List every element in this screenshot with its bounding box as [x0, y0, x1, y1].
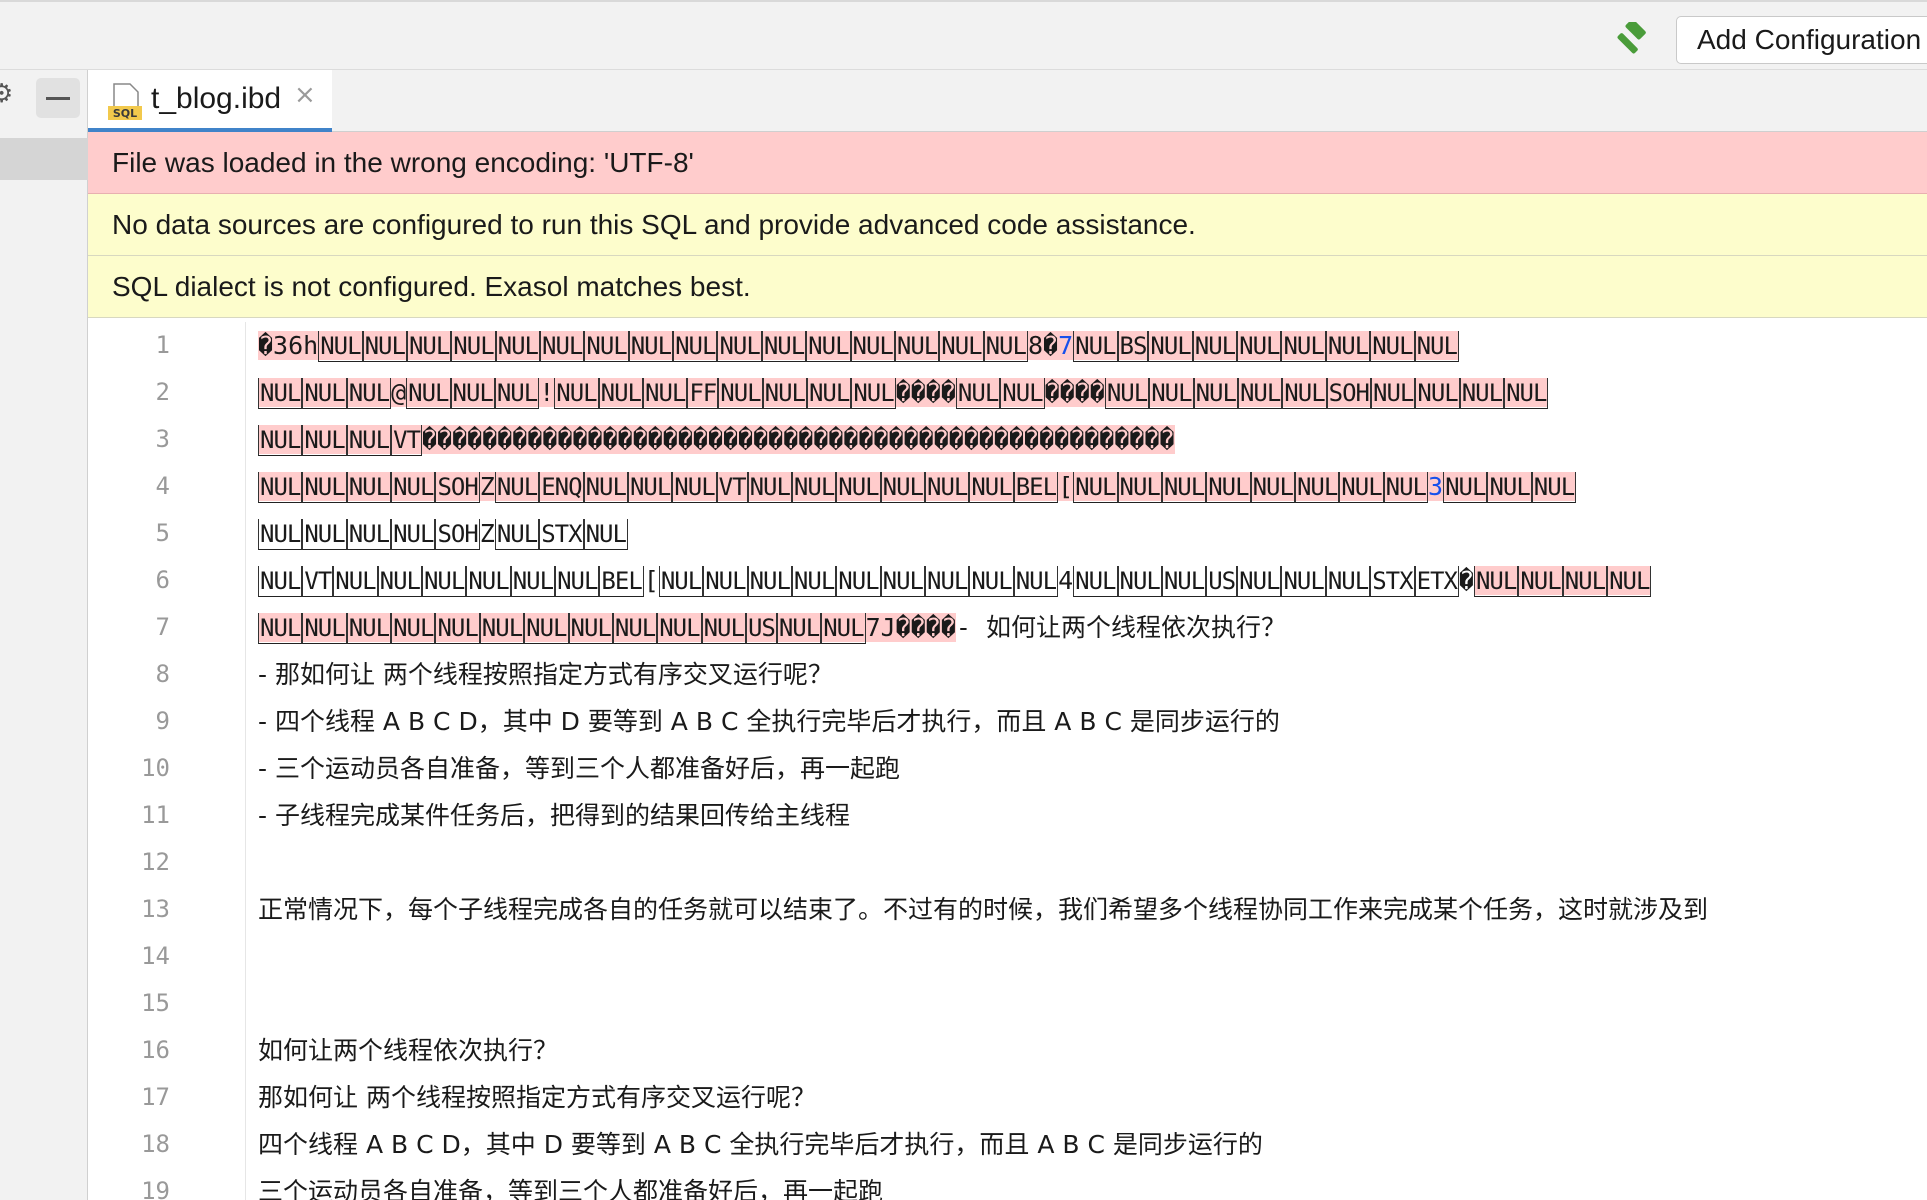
line-number: 17: [141, 1083, 170, 1111]
sql-icon-text: SQL: [113, 107, 137, 120]
line-number-gutter: 1 2 3 4 5 6 7 8 9 10 11 12 13 14 15 16 1…: [88, 322, 246, 1200]
side-selected-row[interactable]: [0, 138, 88, 180]
line-number: 11: [141, 801, 170, 829]
side-panel: ⚙: [0, 70, 88, 1200]
editor-tab-bar: SQL t_blog.ibd ×: [88, 70, 1927, 132]
line-number: 6: [155, 566, 170, 594]
code-line-17: 那如何让 两个线程按照指定方式有序交叉运行呢？: [258, 1083, 816, 1112]
datasource-warning-banner: No data sources are configured to run th…: [88, 194, 1927, 256]
code-line-9: - 四个线程 A B C D，其中 D 要等到 A B C 全执行完毕后才执行，…: [258, 707, 1280, 736]
line-number: 3: [155, 425, 170, 453]
code-line-16: 如何让两个线程依次执行？: [258, 1036, 559, 1065]
code-line-8: - 那如何让 两个线程按照指定方式有序交叉运行呢？: [258, 660, 833, 689]
code-editor[interactable]: 1 2 3 4 5 6 7 8 9 10 11 12 13 14 15 16 1…: [88, 322, 1927, 1200]
line7-text: 如何让两个线程依次执行？: [986, 613, 1287, 642]
line-number: 9: [155, 707, 170, 735]
hammer-icon[interactable]: [1612, 22, 1652, 58]
encoding-warning-banner: File was loaded in the wrong encoding: '…: [88, 132, 1927, 194]
code-line-13: 正常情况下，每个子线程完成各自的任务就可以结束了。不过有的时候，我们希望多个线程…: [258, 895, 1709, 924]
code-line-2: NUL NUL NUL@NUL NUL NUL!NUL NUL NUL FF NUL NUL NUL…: [258, 378, 1549, 409]
line-number: 2: [155, 378, 170, 406]
main-toolbar: Add Configuration: [0, 0, 1927, 70]
tab-t-blog-ibd[interactable]: SQL t_blog.ibd ×: [88, 70, 332, 132]
code-line-19: 三个运动员各自准备，等到三个人都准备好后，再一起跑: [258, 1177, 884, 1200]
line-number: 19: [141, 1177, 170, 1200]
line-number: 16: [141, 1036, 170, 1064]
line-number: 5: [155, 519, 170, 547]
line-number: 13: [141, 895, 170, 923]
line-number: 15: [141, 989, 170, 1017]
line-number: 4: [155, 472, 170, 500]
gear-icon[interactable]: ⚙: [0, 81, 14, 107]
line-number: 18: [141, 1130, 170, 1158]
line-number: 10: [141, 754, 170, 782]
line-number: 7: [155, 613, 170, 641]
close-icon[interactable]: ×: [294, 80, 316, 110]
code-line-4: NUL NUL NUL NUL SOHZNUL ENQ NUL NUL NUL VT NUL NUL N…: [258, 472, 1577, 503]
sql-file-icon: SQL: [108, 83, 142, 120]
code-line-7: NUL NUL NUL NUL NUL NUL NUL NUL NUL NUL NUL US NUL NU…: [258, 613, 1287, 644]
line-number: 12: [141, 848, 170, 876]
code-line-11: - 子线程完成某件任务后，把得到的结果回传给主线程: [258, 801, 850, 830]
code-line-6: NUL VT NUL NUL NUL NUL NUL NUL BEL[NUL NUL NUL NUL N…: [258, 566, 1652, 597]
dialect-warning-banner: SQL dialect is not configured. Exasol ma…: [88, 256, 1927, 318]
tab-label: t_blog.ibd: [151, 82, 282, 115]
code-line-3: NUL NUL NUL VT�����������������������������…: [258, 425, 1175, 456]
code-line-5: NUL NUL NUL NUL SOHZNUL STX NUL: [258, 519, 628, 550]
line-number: 1: [155, 331, 170, 359]
line-number: 14: [141, 942, 170, 970]
code-line-1: �36hNUL NUL NUL NUL NUL NUL NUL NUL NUL NUL NUL NUL…: [258, 331, 1459, 362]
line-number: 8: [155, 660, 170, 688]
collapse-button[interactable]: [36, 78, 80, 118]
code-line-18: 四个线程 A B C D，其中 D 要等到 A B C 全执行完毕后才执行，而且…: [258, 1130, 1263, 1159]
add-configuration-button[interactable]: Add Configuration: [1676, 16, 1927, 64]
code-line-10: - 三个运动员各自准备，等到三个人都准备好后，再一起跑: [258, 754, 900, 783]
